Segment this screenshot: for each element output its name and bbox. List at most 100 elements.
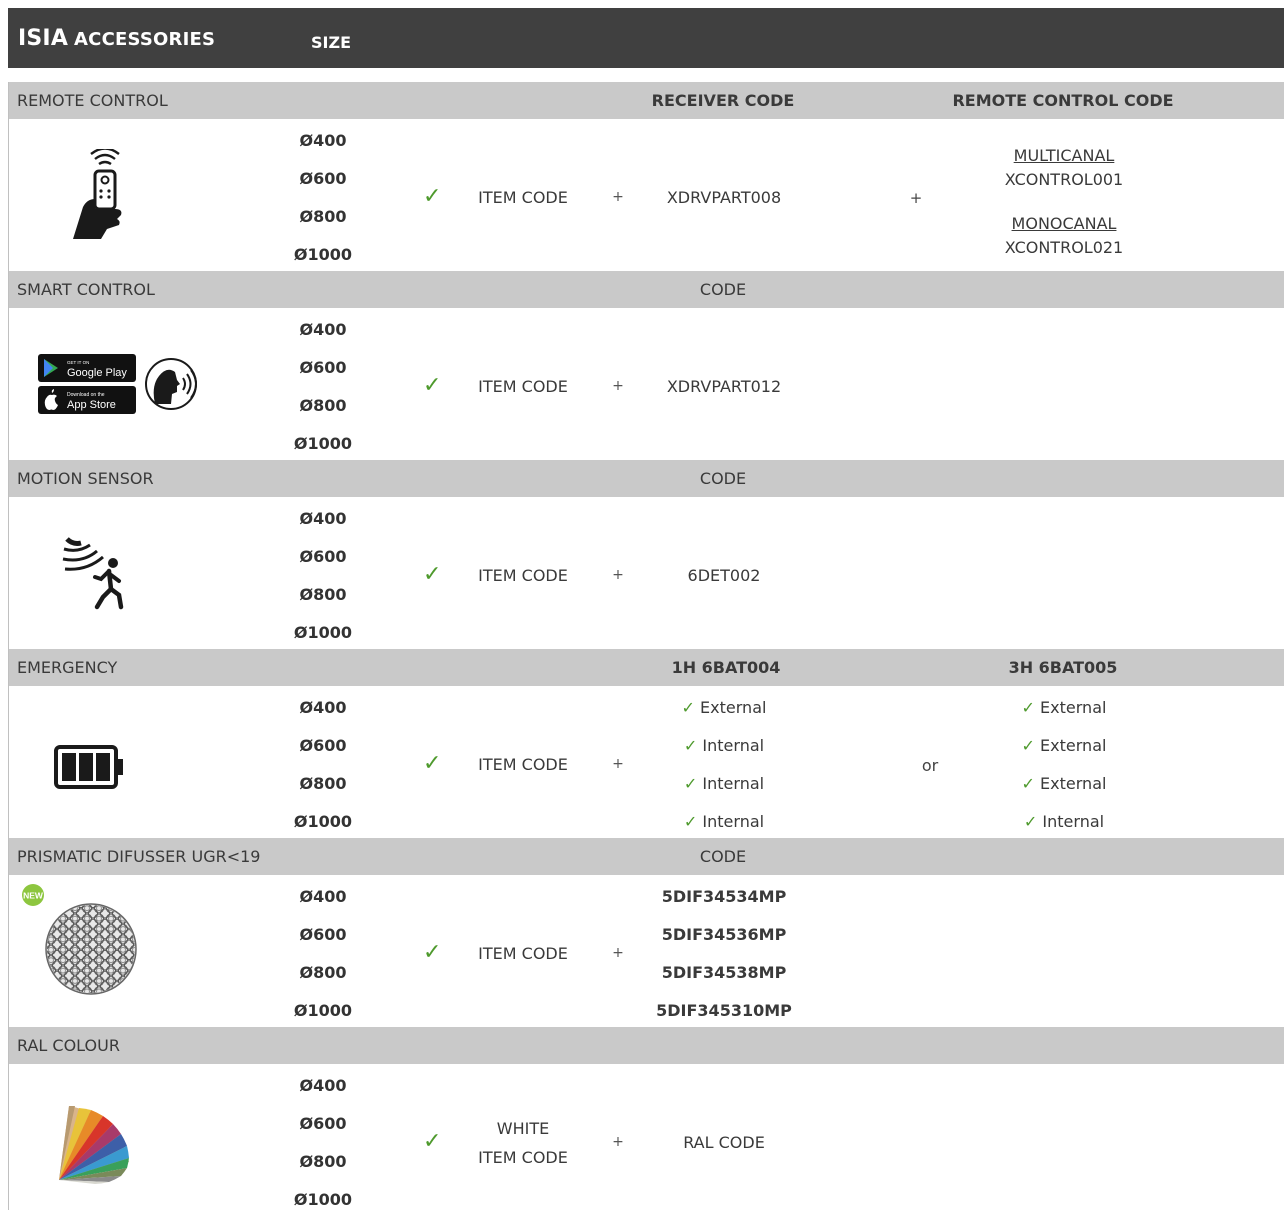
size-600: Ø600	[299, 736, 347, 755]
check-icon: ✓	[423, 1129, 442, 1154]
plus-sign: +	[612, 756, 624, 772]
item-code-label: ITEM CODE	[478, 944, 568, 963]
section-title: SMART CONTROL	[17, 280, 155, 299]
motion-sensor-code: 6DET002	[687, 566, 761, 585]
size-800: Ø800	[299, 774, 347, 793]
new-badge-text: NEW	[23, 891, 44, 901]
diffuser-code-600: 5DIF34536MP	[661, 925, 787, 944]
monocanal-code: XCONTROL021	[1004, 238, 1124, 257]
check-icon: ✓	[423, 751, 442, 776]
size-1000: Ø1000	[293, 245, 353, 264]
item-code-label: ITEM CODE	[478, 188, 568, 207]
size-800: Ø800	[299, 963, 347, 982]
section-smart-control: GET IT ON Google Play Download on the Ap…	[9, 308, 1284, 460]
section-title: PRISMATIC DIFUSSER UGR<19	[17, 847, 261, 866]
google-play-text: Google Play	[67, 367, 127, 379]
motion-sensor-icon	[62, 537, 124, 610]
size-1000: Ø1000	[293, 1001, 353, 1020]
remote-control-code-header: REMOTE CONTROL CODE	[952, 91, 1174, 110]
receiver-code: XDRVPART008	[666, 188, 782, 207]
multicanal-label: MULTICANAL	[1013, 146, 1115, 165]
section-header-ral-colour: RAL COLOUR	[9, 1027, 1284, 1064]
or-label: or	[921, 756, 939, 775]
monocanal-label: MONOCANAL	[1011, 214, 1117, 233]
size-1000: Ø1000	[293, 434, 353, 453]
plus-sign: +	[612, 567, 624, 583]
size-1000: Ø1000	[293, 623, 353, 642]
size-column-header: SIZE	[311, 33, 352, 52]
section-title: MOTION SENSOR	[17, 469, 154, 488]
app-store-text: App Store	[67, 399, 116, 411]
item-code-label: ITEM CODE	[478, 755, 568, 774]
size-600: Ø600	[299, 358, 347, 377]
code-header: CODE	[699, 847, 747, 866]
section-header-prismatic-diffuser: PRISMATIC DIFUSSER UGR<19 CODE	[9, 838, 1284, 875]
google-play-small-text: GET IT ON	[67, 360, 89, 365]
size-400: Ø400	[299, 1076, 347, 1095]
section-remote-control: Ø400 Ø600 Ø800 Ø1000 ✓ ITEM CODE + XDRVP…	[9, 119, 1284, 271]
plus-sign: +	[612, 1134, 624, 1150]
battery-1h-header: 1H 6BAT004	[671, 658, 781, 677]
voice-assistant-icon	[145, 358, 197, 410]
section-header-remote-control: REMOTE CONTROL RECEIVER CODE REMOTE CONT…	[9, 82, 1284, 119]
size-600: Ø600	[299, 1114, 347, 1133]
plus-sign: +	[612, 945, 624, 961]
section-ral-colour: Ø400 Ø600 Ø800 Ø1000 ✓ WHITE ITEM CODE + …	[9, 1064, 1284, 1210]
battery-1h-800: ✓ Internal	[683, 774, 765, 793]
battery-1h-400: ✓ External	[681, 698, 767, 717]
battery-1h-1000: ✓ Internal	[683, 812, 765, 831]
section-emergency: Ø400 Ø600 Ø800 Ø1000 ✓ ITEM CODE + ✓ Ext…	[9, 686, 1284, 838]
item-code-label: ITEM CODE	[478, 566, 568, 585]
brand-title: ISIA ACCESSORIES	[18, 26, 216, 51]
section-title: EMERGENCY	[17, 658, 118, 677]
size-600: Ø600	[299, 925, 347, 944]
battery-3h-400: ✓ External	[1021, 698, 1107, 717]
section-header-smart-control: SMART CONTROL CODE	[9, 271, 1284, 308]
diffuser-code-800: 5DIF34538MP	[661, 963, 787, 982]
battery-3h-600: ✓ External	[1021, 736, 1107, 755]
receiver-code-header: RECEIVER CODE	[651, 91, 795, 110]
section-title: RAL COLOUR	[17, 1036, 120, 1055]
section-motion-sensor: Ø400 Ø600 Ø800 Ø1000 ✓ ITEM CODE + 6DET0…	[9, 497, 1284, 649]
section-prismatic-diffuser: NEW Ø400 Ø600 Ø800 Ø1000 ✓ ITEM CODE + 5…	[9, 875, 1284, 1027]
plus-sign: +	[612, 189, 624, 205]
app-store-badges: GET IT ON Google Play Download on the Ap…	[38, 354, 136, 414]
section-title: REMOTE CONTROL	[17, 91, 168, 110]
multicanal-code: XCONTROL001	[1004, 170, 1124, 189]
remote-control-icon	[73, 149, 122, 239]
smart-control-code: XDRVPART012	[666, 377, 782, 396]
battery-3h-header: 3H 6BAT005	[1008, 658, 1118, 677]
ral-code: RAL CODE	[683, 1133, 765, 1152]
ral-colour-fan-icon	[59, 1106, 129, 1184]
new-badge: NEW	[22, 884, 44, 906]
battery-3h-1000: ✓ Internal	[1023, 812, 1105, 831]
size-600: Ø600	[299, 169, 347, 188]
size-1000: Ø1000	[293, 1190, 353, 1209]
check-icon: ✓	[423, 562, 442, 587]
section-header-motion-sensor: MOTION SENSOR CODE	[9, 460, 1284, 497]
size-400: Ø400	[299, 131, 347, 150]
size-400: Ø400	[299, 509, 347, 528]
battery-icon	[54, 745, 123, 789]
check-icon: ✓	[423, 184, 442, 209]
battery-1h-600: ✓ Internal	[683, 736, 765, 755]
check-icon: ✓	[423, 940, 442, 965]
app-store-small-text: Download on the	[67, 392, 105, 398]
size-600: Ø600	[299, 547, 347, 566]
battery-3h-800: ✓ External	[1021, 774, 1107, 793]
section-header-emergency: EMERGENCY 1H 6BAT004 3H 6BAT005	[9, 649, 1284, 686]
plus-sign: +	[909, 189, 923, 207]
size-800: Ø800	[299, 396, 347, 415]
size-400: Ø400	[299, 887, 347, 906]
diffuser-code-400: 5DIF34534MP	[661, 887, 787, 906]
size-1000: Ø1000	[293, 812, 353, 831]
code-header: CODE	[699, 280, 747, 299]
diffuser-code-1000: 5DIF345310MP	[656, 1001, 792, 1020]
check-icon: ✓	[423, 373, 442, 398]
prismatic-diffuser-icon	[45, 903, 137, 995]
size-800: Ø800	[299, 585, 347, 604]
size-800: Ø800	[299, 1152, 347, 1171]
code-header: CODE	[699, 469, 747, 488]
white-item-code-label: WHITE ITEM CODE	[478, 1119, 568, 1167]
item-code-label: ITEM CODE	[478, 377, 568, 396]
